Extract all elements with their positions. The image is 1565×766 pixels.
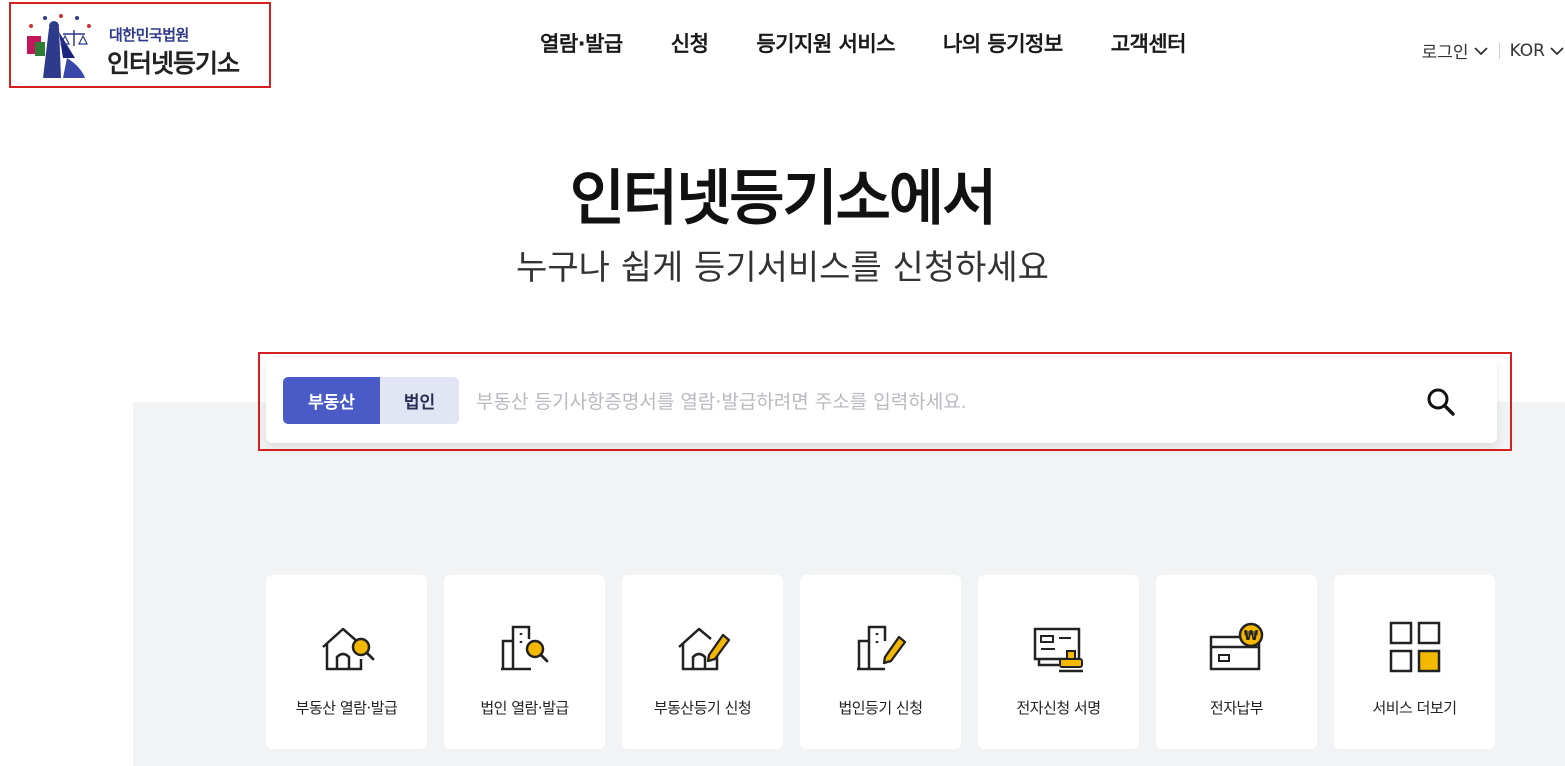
quick-card-corp-view[interactable]: 법인 열람·발급 xyxy=(444,575,605,749)
login-label: 로그인 xyxy=(1421,43,1469,63)
hero-title: 인터넷등기소에서 xyxy=(569,164,998,234)
search-button[interactable] xyxy=(1421,382,1461,422)
svg-text:₩: ₩ xyxy=(1243,629,1258,644)
language-label: KOR xyxy=(1509,40,1545,61)
search-input[interactable] xyxy=(474,377,1408,426)
main-nav: 열람·발급 신청 등기지원 서비스 나의 등기정보 고객센터 xyxy=(540,28,1186,60)
quick-card-label: 서비스 더보기 xyxy=(1372,699,1457,717)
nav-item-view-issue[interactable]: 열람·발급 xyxy=(540,28,623,60)
logo[interactable]: 대한민국법원 인터넷등기소 xyxy=(9,2,271,88)
nav-item-my-registry[interactable]: 나의 등기정보 xyxy=(943,28,1063,60)
quick-card-label: 법인등기 신청 xyxy=(838,699,923,717)
quick-card-realestate-view[interactable]: 부동산 열람·발급 xyxy=(266,575,427,749)
quick-card-label: 부동산등기 신청 xyxy=(653,699,752,717)
tab-corporation[interactable]: 법인 xyxy=(380,377,459,424)
building-pen-icon xyxy=(856,625,906,671)
tab-realestate[interactable]: 부동산 xyxy=(283,377,380,424)
building-search-icon xyxy=(500,625,548,671)
login-dropdown[interactable]: 로그인 xyxy=(1422,38,1489,63)
court-emblem-icon xyxy=(27,14,91,78)
logo-org-name: 대한민국법원 xyxy=(109,26,189,44)
hero-subtitle: 누구나 쉽게 등기서비스를 신청하세요 xyxy=(516,248,1049,288)
quick-card-e-payment[interactable]: ₩ 전자납부 xyxy=(1156,575,1317,749)
chevron-down-icon xyxy=(1550,46,1564,55)
quick-card-realestate-apply[interactable]: 부동산등기 신청 xyxy=(622,575,783,749)
quick-card-label: 부동산 열람·발급 xyxy=(295,699,398,717)
house-pen-icon xyxy=(677,627,730,671)
language-dropdown[interactable]: KOR xyxy=(1510,41,1565,61)
quick-card-label: 전자납부 xyxy=(1209,699,1264,717)
document-stamp-icon xyxy=(1033,627,1083,673)
quick-card-corp-apply[interactable]: 법인등기 신청 xyxy=(800,575,961,749)
chevron-down-icon xyxy=(1473,46,1488,55)
search-icon xyxy=(1427,388,1455,416)
quick-card-more-services[interactable]: 서비스 더보기 xyxy=(1334,575,1495,749)
quick-card-label: 전자신청 서명 xyxy=(1016,699,1101,717)
logo-site-name: 인터넷등기소 xyxy=(107,49,240,78)
divider xyxy=(1498,42,1500,59)
nav-item-customer-center[interactable]: 고객센터 xyxy=(1111,28,1187,60)
card-won-icon: ₩ xyxy=(1209,622,1263,671)
quick-menu: 부동산 열람·발급 법인 열람·발급 부동산등기 신청 법인등기 신청 전자신청… xyxy=(266,575,1495,749)
utility-menu: 로그인 KOR xyxy=(1422,38,1565,63)
house-search-icon xyxy=(321,627,374,671)
quick-card-e-sign[interactable]: 전자신청 서명 xyxy=(978,575,1139,749)
nav-item-support-service[interactable]: 등기지원 서비스 xyxy=(756,28,895,60)
nav-item-apply[interactable]: 신청 xyxy=(671,28,709,60)
page: 대한민국법원 인터넷등기소 열람·발급 신청 등기지원 서비스 나의 등기정보 … xyxy=(0,0,1565,766)
grid-more-icon xyxy=(1389,621,1440,673)
quick-card-label: 법인 열람·발급 xyxy=(480,699,569,717)
search-bar: 부동산 법인 xyxy=(266,358,1497,443)
